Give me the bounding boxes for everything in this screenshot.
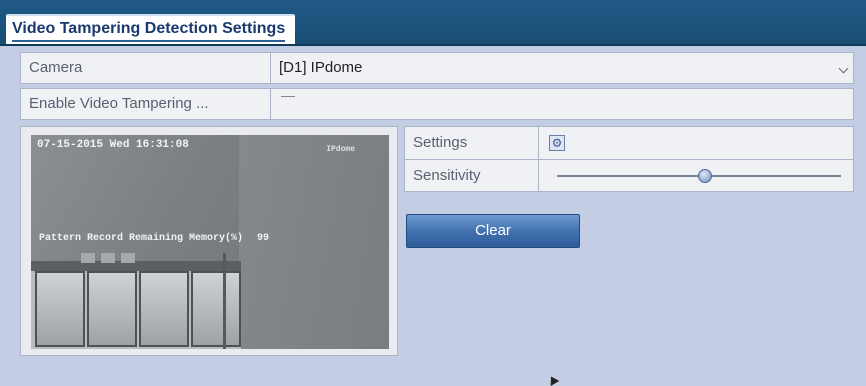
cabinet-scene: [31, 253, 241, 349]
window-title: Video Tampering Detection Settings: [12, 20, 286, 37]
sensitivity-slider-handle[interactable]: [697, 169, 712, 183]
osd-camera-tag: IPdome: [326, 145, 355, 154]
chevron-down-icon[interactable]: [838, 63, 849, 74]
window-title-tab[interactable]: Video Tampering Detection Settings: [6, 14, 296, 44]
enable-video-tampering-checkbox[interactable]: [281, 96, 295, 98]
settings-value: ⚙: [541, 127, 853, 159]
enable-video-tampering-label: Enable Video Tampering ...: [21, 89, 271, 119]
video-preview[interactable]: 07-15-2015 Wed 16:31:08 IPdome Pattern R…: [31, 135, 389, 349]
gear-icon[interactable]: ⚙: [549, 135, 565, 151]
cabinet-item: [121, 253, 135, 263]
sensitivity-row: Sensitivity: [405, 160, 853, 192]
osd-memory-text: Pattern Record Remaining Memory(%): [39, 233, 244, 244]
wall-corner: [223, 253, 226, 349]
cabinet-door: [87, 271, 137, 347]
mouse-cursor-icon: [546, 374, 560, 386]
clear-button[interactable]: Clear: [406, 214, 580, 248]
title-bar: Video Tampering Detection Settings: [0, 0, 866, 46]
sensitivity-slider[interactable]: [541, 160, 853, 192]
video-preview-panel: 07-15-2015 Wed 16:31:08 IPdome Pattern R…: [20, 126, 398, 356]
osd-memory-status: Pattern Record Remaining Memory(%) 99: [39, 233, 269, 244]
camera-select-value: [D1] IPdome: [279, 59, 363, 76]
cabinet-item: [81, 253, 95, 263]
settings-row: Settings ⚙: [405, 127, 853, 159]
settings-table: Settings ⚙ Sensitivity: [404, 126, 854, 192]
cabinet-door: [191, 271, 241, 347]
osd-memory-value: 99: [257, 233, 270, 244]
enable-row: Enable Video Tampering ...: [20, 88, 854, 120]
osd-datetime: 07-15-2015 Wed 16:31:08: [37, 139, 189, 151]
cabinet-top: [31, 261, 241, 271]
settings-label: Settings: [405, 127, 539, 159]
sensitivity-label: Sensitivity: [405, 160, 539, 192]
enable-video-tampering-field[interactable]: [273, 89, 853, 119]
cabinet-door: [35, 271, 85, 347]
camera-row: Camera [D1] IPdome: [20, 52, 854, 84]
cabinet-item: [101, 253, 115, 263]
cabinet-door: [139, 271, 189, 347]
camera-select[interactable]: [D1] IPdome: [273, 53, 853, 83]
camera-label: Camera: [21, 53, 271, 83]
